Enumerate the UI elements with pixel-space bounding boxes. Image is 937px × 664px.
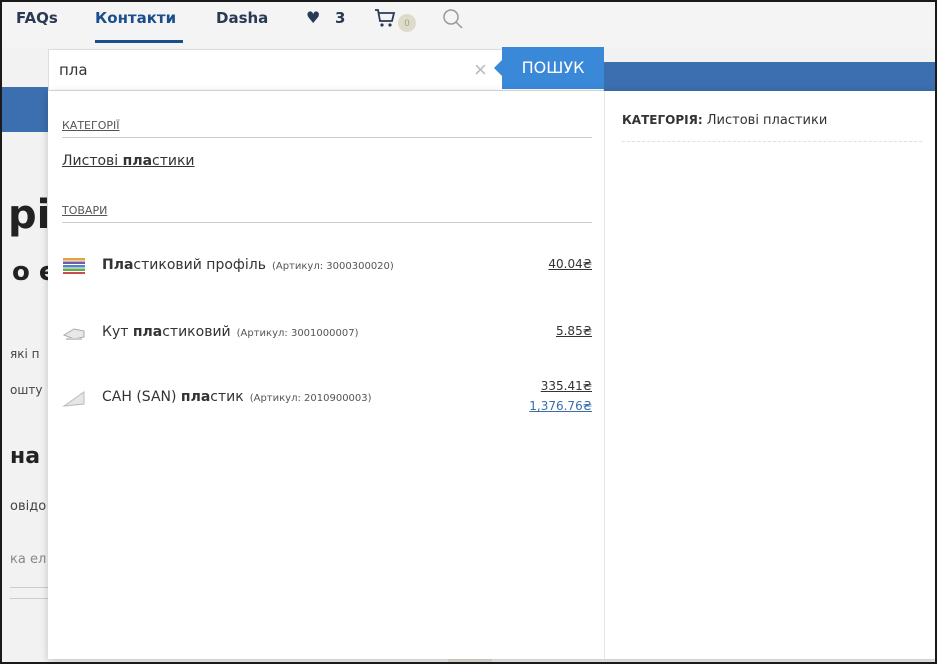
product-price[interactable]: 40.04₴: [548, 257, 592, 271]
background-text: ошту: [10, 383, 43, 397]
product-name-prefix: САН (SAN): [102, 389, 181, 405]
search-icon[interactable]: [442, 8, 464, 30]
section-divider: [62, 137, 592, 138]
search-suggestions-dropdown: КАТЕГОРІЇ Листові пластики ТОВАРИ Пласти…: [48, 91, 935, 659]
category-link-match: пла: [122, 153, 153, 169]
category-preview-value: Листові пластики: [702, 113, 828, 128]
product-price[interactable]: 335.41₴: [541, 379, 592, 393]
categories-heading: КАТЕГОРІЇ: [62, 119, 120, 132]
products-heading: ТОВАРИ: [62, 204, 108, 217]
nav-user[interactable]: Dasha: [216, 9, 268, 27]
column-divider: [604, 91, 605, 659]
background-divider: [10, 587, 48, 588]
background-text: які п: [10, 347, 40, 361]
product-item[interactable]: Пластиковий профіль (Артикул: 3000300020)…: [62, 249, 592, 289]
product-sku: (Артикул: 3000300020): [271, 261, 394, 272]
search-input[interactable]: [59, 58, 479, 82]
category-preview-title: КАТЕГОРІЯ: Листові пластики: [622, 113, 827, 128]
product-name-match: Пла: [102, 257, 134, 273]
search-button[interactable]: ПОШУК: [502, 47, 604, 89]
product-item[interactable]: САН (SAN) пластик (Артикул: 2010900003) 3…: [62, 379, 592, 421]
nav-faqs[interactable]: FAQs: [16, 9, 58, 27]
product-sku: (Артикул: 2010900003): [249, 393, 372, 404]
product-item[interactable]: Кут пластиковий (Артикул: 3001000007) 5.8…: [62, 316, 592, 356]
cart-icon[interactable]: [374, 8, 396, 28]
clear-icon[interactable]: ×: [474, 59, 487, 81]
category-link[interactable]: Листові пластики: [62, 153, 195, 169]
site-header-bar-right: [602, 62, 935, 92]
product-thumbnail: [62, 391, 85, 407]
product-name: Пластиковий профіль (Артикул: 3000300020): [102, 257, 394, 273]
category-link-suffix: стики: [152, 153, 195, 169]
cart-count-badge: 0: [398, 14, 416, 32]
active-nav-underline: [95, 40, 183, 43]
category-preview-label: КАТЕГОРІЯ:: [622, 113, 703, 127]
product-sku: (Артикул: 3001000007): [236, 328, 359, 339]
background-input-placeholder: ка ел: [10, 552, 47, 567]
product-thumbnail: [62, 328, 85, 340]
product-name-match: пла: [132, 324, 163, 340]
product-name-rest: стик: [210, 389, 244, 405]
product-name-rest: стиковий профіль: [133, 257, 266, 273]
background-divider: [10, 598, 48, 599]
suggestions-left-column: КАТЕГОРІЇ Листові пластики ТОВАРИ Пласти…: [48, 91, 604, 659]
browser-frame: FAQs Контакти Dasha ♥ 3 0 рі о є які п о…: [0, 0, 937, 664]
product-name: Кут пластиковий (Артикул: 3001000007): [102, 324, 358, 340]
search-button-notch: [494, 60, 502, 76]
top-navigation: FAQs Контакти Dasha ♥ 3 0: [2, 2, 935, 47]
nav-contacts[interactable]: Контакти: [95, 9, 176, 27]
wishlist-count[interactable]: 3: [335, 9, 345, 27]
heart-icon[interactable]: ♥: [306, 8, 320, 27]
background-heading: рі: [8, 192, 51, 238]
product-thumbnail: [63, 258, 85, 274]
product-name: САН (SAN) пластик (Артикул: 2010900003): [102, 389, 372, 405]
section-divider: [62, 222, 592, 223]
product-name-rest: стиковий: [162, 324, 231, 340]
background-text: овідо: [10, 499, 47, 514]
product-price-secondary[interactable]: 1,376.76₴: [529, 399, 592, 413]
dashed-divider: [622, 141, 922, 142]
product-price[interactable]: 5.85₴: [556, 324, 592, 338]
product-name-prefix: Кут: [102, 324, 133, 340]
category-link-prefix: Листові: [62, 153, 123, 169]
product-name-match: пла: [180, 389, 211, 405]
